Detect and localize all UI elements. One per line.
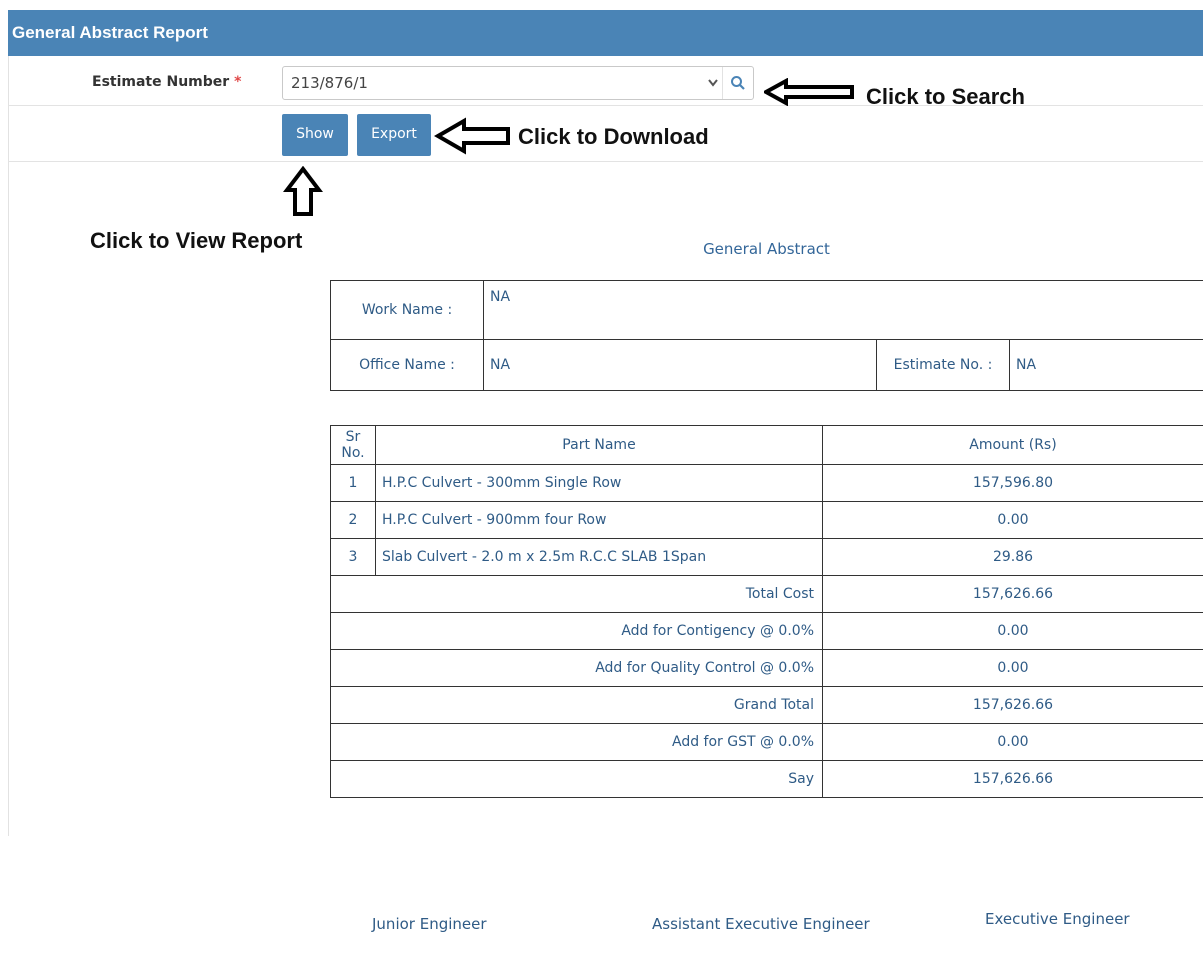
- table-row: 1 H.P.C Culvert - 300mm Single Row 157,5…: [330, 464, 1203, 502]
- estimate-no-label: Estimate No. :: [876, 339, 1010, 391]
- page-header: General Abstract Report: [8, 10, 1203, 56]
- part-name-cell: H.P.C Culvert - 300mm Single Row: [375, 464, 823, 502]
- report-info-table: Work Name : NA Office Name : NA Estimate…: [330, 280, 1203, 391]
- part-name-cell: H.P.C Culvert - 900mm four Row: [375, 501, 823, 539]
- office-name-label: Office Name :: [330, 339, 484, 391]
- junior-engineer-signature: Junior Engineer: [372, 915, 487, 933]
- summary-row: Grand Total 157,626.66: [330, 686, 1203, 724]
- download-arrow-annotation: [434, 117, 510, 155]
- summary-row: Add for Contigency @ 0.0% 0.00: [330, 612, 1203, 650]
- estimate-no-value: NA: [1009, 339, 1203, 391]
- estimate-number-select[interactable]: 213/876/1: [282, 66, 754, 100]
- search-arrow-annotation: [764, 78, 854, 106]
- summary-amount: 157,626.66: [822, 760, 1203, 798]
- summary-label: Grand Total: [330, 686, 823, 724]
- view-annotation: Click to View Report: [90, 228, 303, 253]
- summary-label: Add for GST @ 0.0%: [330, 723, 823, 761]
- column-header-amount: Amount (Rs): [822, 425, 1203, 465]
- assistant-executive-engineer-signature: Assistant Executive Engineer: [652, 915, 870, 933]
- amount-cell: 157,596.80: [822, 464, 1203, 502]
- amount-cell: 0.00: [822, 501, 1203, 539]
- summary-amount: 157,626.66: [822, 575, 1203, 613]
- required-mark: *: [234, 74, 242, 90]
- abstract-table: Sr No. Part Name Amount (Rs) 1 H.P.C Cul…: [330, 425, 1203, 798]
- executive-engineer-signature: Executive Engineer: [985, 910, 1130, 928]
- column-header-sr-no: Sr No.: [330, 425, 376, 465]
- sr-no-cell: 2: [330, 501, 376, 539]
- export-button[interactable]: Export: [357, 114, 431, 156]
- column-header-part-name: Part Name: [375, 425, 823, 465]
- summary-amount: 157,626.66: [822, 686, 1203, 724]
- amount-cell: 29.86: [822, 538, 1203, 576]
- show-button[interactable]: Show: [282, 114, 348, 156]
- summary-amount: 0.00: [822, 612, 1203, 650]
- chevron-down-icon[interactable]: [707, 67, 719, 112]
- report-title: General Abstract: [703, 240, 830, 258]
- search-annotation: Click to Search: [866, 84, 1025, 109]
- sr-no-cell: 1: [330, 464, 376, 502]
- summary-label: Add for Quality Control @ 0.0%: [330, 649, 823, 687]
- summary-row: Total Cost 157,626.66: [330, 575, 1203, 613]
- estimate-number-label: Estimate Number *: [92, 74, 242, 90]
- table-row: 2 H.P.C Culvert - 900mm four Row 0.00: [330, 501, 1203, 539]
- work-name-label: Work Name :: [330, 280, 484, 340]
- estimate-number-value: 213/876/1: [291, 74, 368, 92]
- view-arrow-annotation: [283, 166, 323, 216]
- summary-amount: 0.00: [822, 649, 1203, 687]
- office-name-value: NA: [483, 339, 877, 391]
- sr-no-cell: 3: [330, 538, 376, 576]
- summary-row: Add for Quality Control @ 0.0% 0.00: [330, 649, 1203, 687]
- summary-amount: 0.00: [822, 723, 1203, 761]
- search-icon[interactable]: [722, 67, 753, 99]
- page-title: General Abstract Report: [12, 23, 208, 42]
- table-row: 3 Slab Culvert - 2.0 m x 2.5m R.C.C SLAB…: [330, 538, 1203, 576]
- download-annotation: Click to Download: [518, 124, 709, 149]
- summary-label: Total Cost: [330, 575, 823, 613]
- work-name-value: NA: [483, 280, 1203, 340]
- summary-label: Say: [330, 760, 823, 798]
- summary-label: Add for Contigency @ 0.0%: [330, 612, 823, 650]
- part-name-cell: Slab Culvert - 2.0 m x 2.5m R.C.C SLAB 1…: [375, 538, 823, 576]
- summary-row: Say 157,626.66: [330, 760, 1203, 798]
- summary-row: Add for GST @ 0.0% 0.00: [330, 723, 1203, 761]
